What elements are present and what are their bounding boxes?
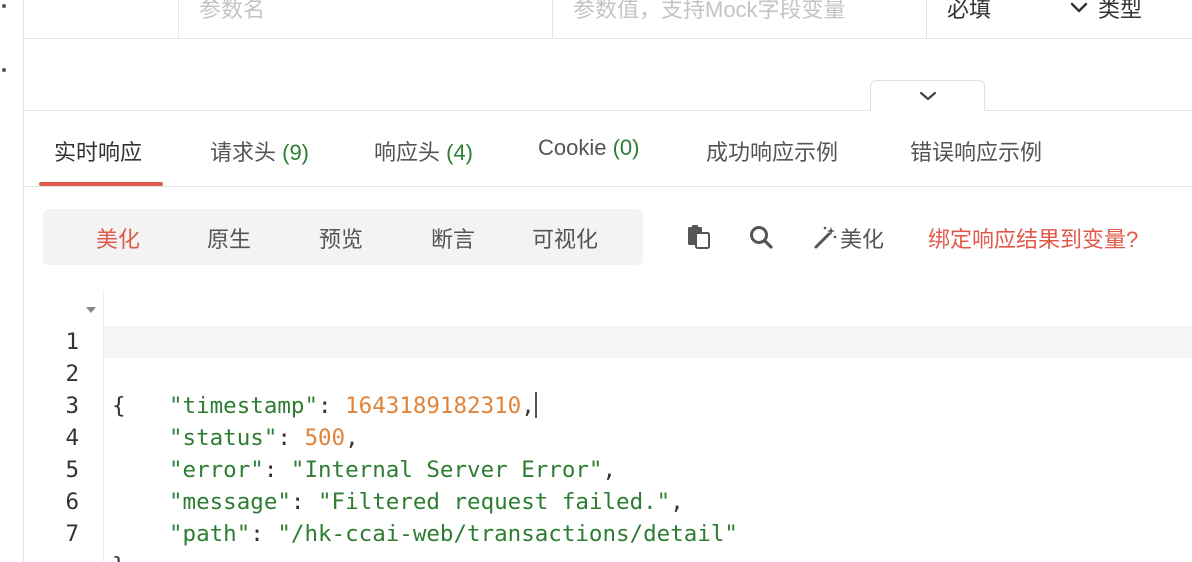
param-value-placeholder: 参数值，支持Mock字段变量 [573, 0, 846, 22]
tab-label: 请求头 [210, 140, 283, 165]
tab-request-headers[interactable]: 请求头 (9) [210, 135, 309, 167]
view-mode-assert[interactable]: 断言 [431, 222, 475, 254]
code-line: 5 "message": "Filtered request failed.", [24, 422, 1192, 515]
response-code-editor[interactable]: 1 { 2 "timestamp": 1643189182310, 3 "sta… [24, 290, 1192, 562]
tab-success-example[interactable]: 成功响应示例 [706, 135, 838, 167]
tab-label: 实时响应 [54, 140, 143, 165]
collapse-toggle-button[interactable] [870, 80, 985, 111]
param-required-value: 必填 [947, 0, 992, 22]
param-name-placeholder: 参数名 [199, 0, 266, 22]
tab-label: 错误响应示例 [910, 140, 1043, 165]
tab-realtime-response[interactable]: 实时响应 [54, 135, 142, 167]
param-name-cell[interactable]: 参数名 [178, 0, 552, 39]
view-mode-beautify[interactable]: 美化 [96, 222, 140, 254]
bind-response-to-variable-link[interactable]: 绑定响应结果到变量? [928, 222, 1138, 254]
copy-button[interactable] [686, 224, 712, 255]
beautify-label: 美化 [840, 227, 885, 252]
search-icon [750, 226, 773, 249]
view-mode-segmented-control: 美化 原生 预览 断言 可视化 [43, 209, 643, 265]
code-line: 2 "timestamp": 1643189182310, [24, 326, 1192, 419]
param-type-select[interactable]: 类型 [1070, 0, 1142, 24]
code-line: 4 "error": "Internal Server Error", [24, 390, 1192, 483]
copy-icon [688, 225, 710, 249]
tab-label: 成功响应示例 [706, 140, 839, 165]
code-line: 6 "path": "/hk-ccai-web/transactions/det… [24, 454, 1192, 547]
tab-label: 响应头 [374, 140, 447, 165]
search-button[interactable] [748, 224, 774, 255]
tab-cookie[interactable]: Cookie (0) [538, 135, 639, 161]
param-value-cell[interactable]: 参数值，支持Mock字段变量 [552, 0, 926, 39]
tab-error-example[interactable]: 错误响应示例 [910, 135, 1042, 167]
tab-response-headers[interactable]: 响应头 (4) [374, 135, 473, 167]
tab-label: Cookie [538, 135, 613, 160]
handle-dot [2, 4, 6, 8]
code-line: 1 { [24, 294, 1192, 419]
line-number: 7 [65, 521, 79, 547]
code-line: 3 "status": 500, [24, 358, 1192, 451]
response-tabs: 实时响应 请求头 (9) 响应头 (4) Cookie (0) 成功响应示例 错… [24, 111, 1192, 187]
param-type-label: 类型 [1098, 0, 1143, 22]
tab-count: (9) [282, 140, 310, 165]
active-tab-indicator [39, 182, 163, 186]
code-brace-close: } [112, 550, 126, 562]
tab-count: (0) [612, 135, 640, 160]
view-mode-preview[interactable]: 预览 [319, 222, 363, 254]
json-value: "/hk-ccai-web/transactions/detail" [277, 521, 738, 547]
beautify-button[interactable]: 美化 [812, 222, 884, 254]
chevron-down-icon [1070, 2, 1088, 13]
json-key: "path" [169, 521, 251, 547]
param-required-cell[interactable]: 必填 [926, 0, 1192, 39]
magic-wand-icon [814, 226, 837, 249]
param-row: 参数名 参数值，支持Mock字段变量 必填 类型 [24, 0, 1192, 39]
tab-count: (4) [446, 140, 474, 165]
code-line: 7 } [24, 486, 1192, 562]
handle-dot [2, 68, 6, 72]
left-panel-edge [0, 0, 24, 562]
view-mode-raw[interactable]: 原生 [207, 222, 251, 254]
chevron-down-icon [919, 91, 936, 101]
view-mode-visualize[interactable]: 可视化 [532, 222, 598, 254]
fold-caret-icon[interactable] [86, 307, 96, 314]
